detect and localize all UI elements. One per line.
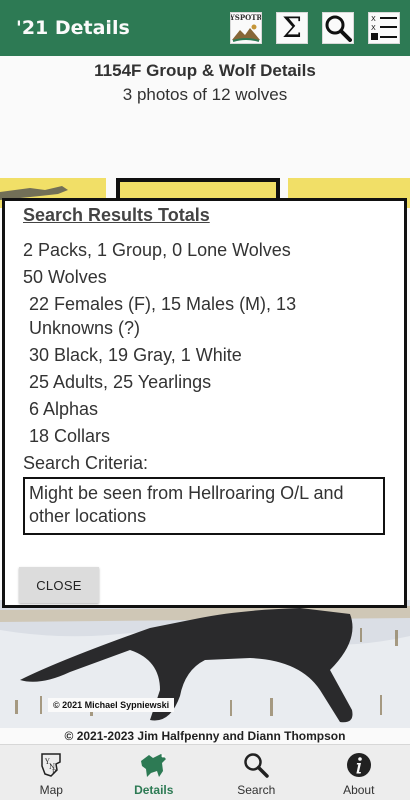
search-criteria-label: Search Criteria: [23,453,149,473]
totals-sex-line: 22 Females (F), 15 Males (M), 13 [29,294,297,314]
close-button[interactable]: CLOSE [19,567,99,603]
totals-color-line: 30 Black, 19 Gray, 1 White [29,345,242,365]
totals-alphas-line: 6 Alphas [29,399,99,419]
totals-sex-line-cont: Unknowns (?) [29,318,141,338]
search-results-dialog: Search Results Totals 2 Packs, 1 Group, … [2,198,407,608]
search-criteria-text: Might be seen from Hellroaring O/L and o… [23,477,385,535]
totals-collars-line: 18 Collars [29,426,111,446]
dialog-title: Search Results Totals [23,205,210,225]
totals-wolves-line: 50 Wolves [23,267,107,287]
totals-age-line: 25 Adults, 25 Yearlings [29,372,212,392]
totals-packs-line: 2 Packs, 1 Group, 0 Lone Wolves [23,240,291,260]
app-screen: '21 Details YSPOTR Σ X X 1154F Group & W… [0,0,410,800]
